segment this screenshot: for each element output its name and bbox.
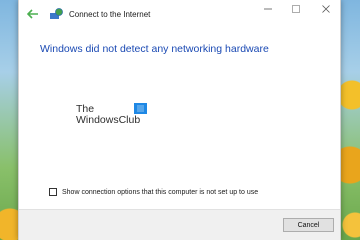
title-bar: Connect to the Internet: [19, 0, 340, 28]
cancel-button[interactable]: Cancel: [283, 218, 334, 232]
window-title: Connect to the Internet: [69, 9, 151, 19]
minimize-button[interactable]: [254, 0, 282, 18]
watermark: The WindowsClub: [76, 103, 147, 126]
show-options-checkbox[interactable]: [49, 188, 57, 196]
back-arrow-icon: [27, 9, 38, 19]
minimize-icon: [264, 8, 272, 10]
show-options-row[interactable]: Show connection options that this comput…: [49, 188, 258, 196]
network-globe-icon: [50, 8, 63, 19]
close-icon: [322, 5, 330, 13]
watermark-line2: WindowsClub: [76, 114, 141, 126]
dialog-footer: Cancel: [19, 209, 340, 240]
connect-to-internet-window: Connect to the Internet Windows did not …: [18, 0, 341, 240]
maximize-button[interactable]: [282, 0, 310, 18]
back-button[interactable]: [23, 4, 43, 24]
windowsclub-logo-icon: [134, 103, 147, 114]
show-options-label[interactable]: Show connection options that this comput…: [62, 189, 258, 196]
close-button[interactable]: [312, 0, 340, 18]
maximize-icon: [292, 5, 300, 13]
page-heading: Windows did not detect any networking ha…: [40, 43, 269, 55]
